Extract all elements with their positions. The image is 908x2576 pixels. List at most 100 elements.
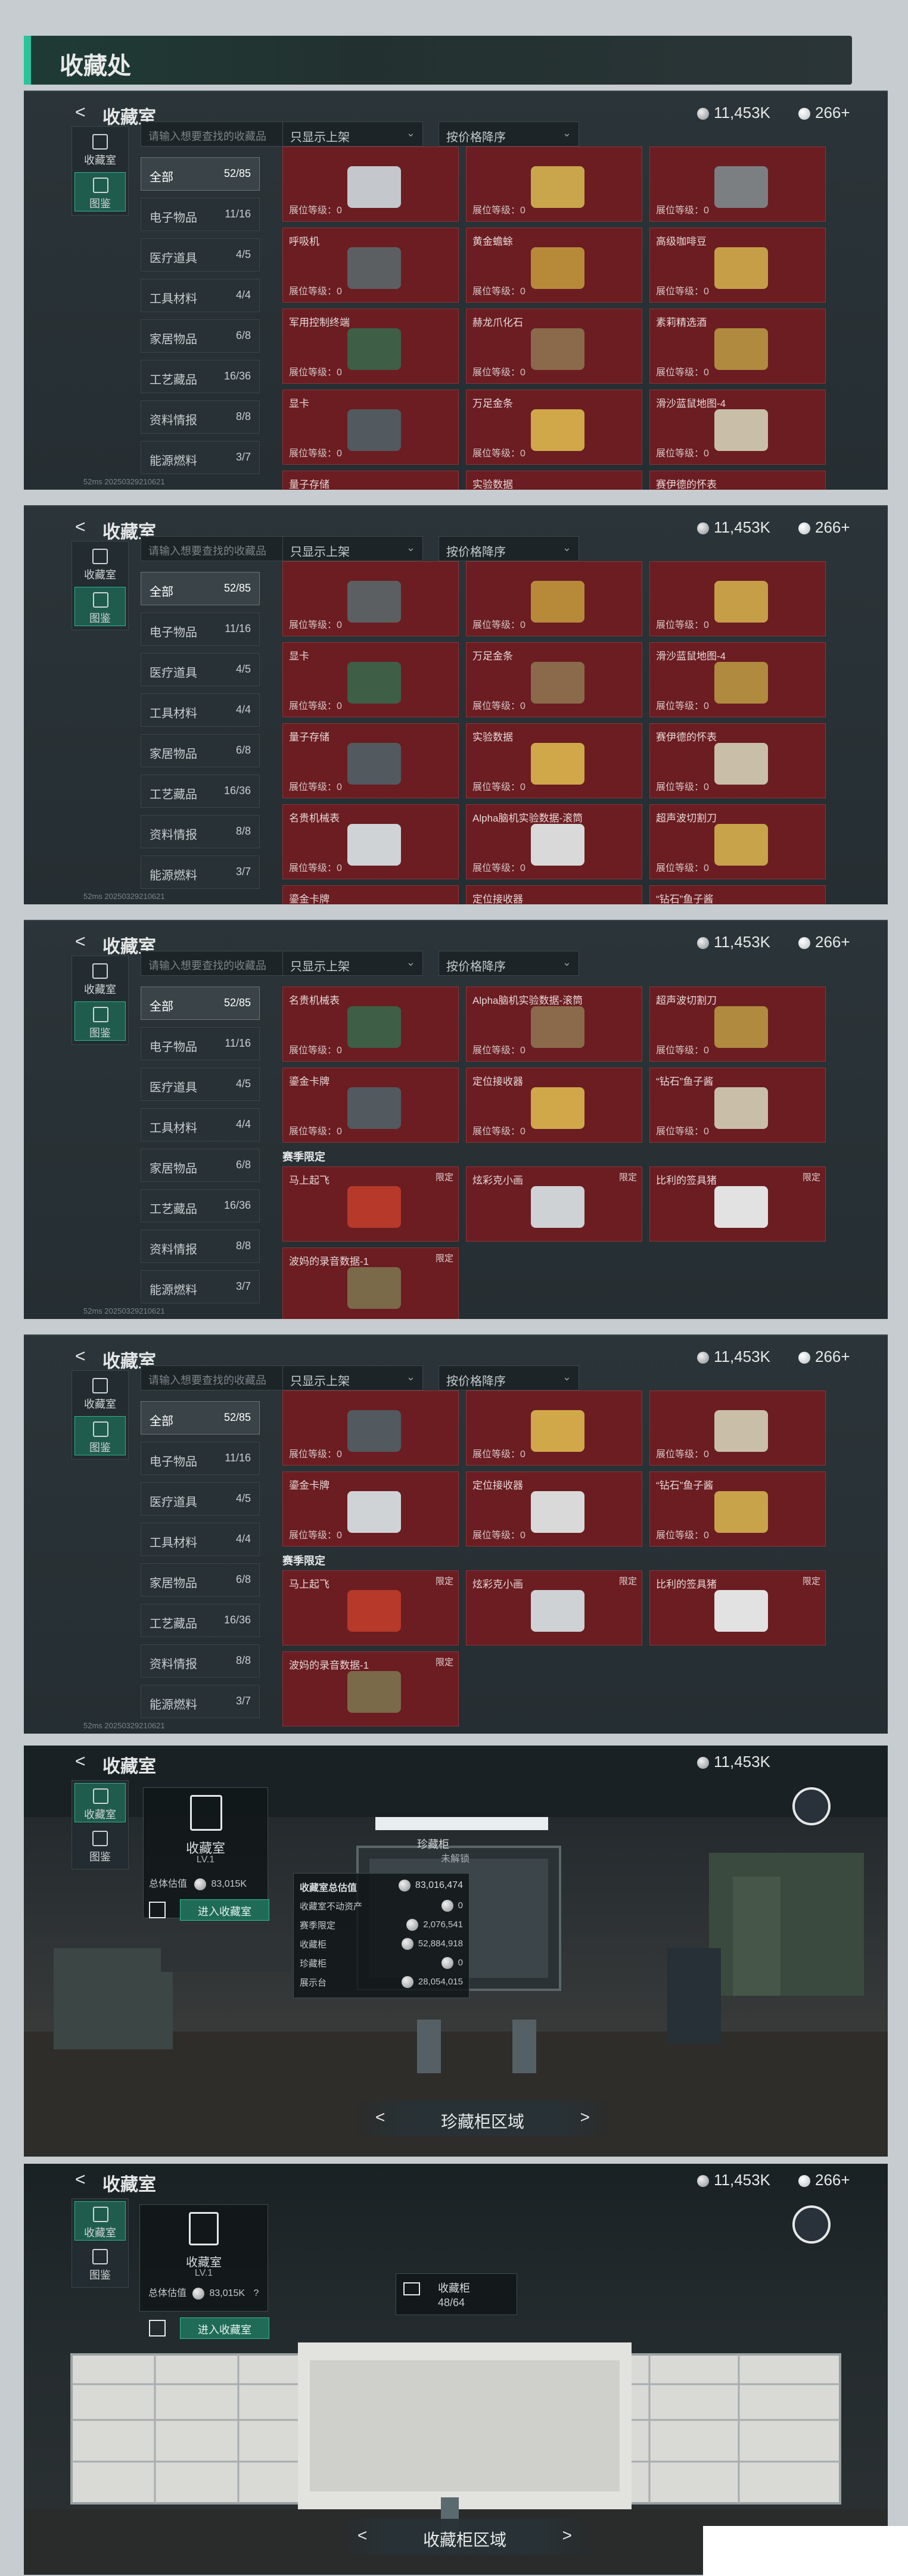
category-item[interactable]: 工具材料 4/4 [141, 693, 260, 727]
category-item[interactable]: 电子物品 11/16 [141, 612, 260, 646]
tab-collection-room[interactable]: 收藏室 [74, 1373, 126, 1413]
item-card[interactable]: 名贵机械表 展位等级：0 [282, 804, 459, 879]
category-item[interactable]: 家居物品 6/8 [141, 734, 260, 767]
item-card[interactable]: 呼吸机 展位等级：0 [282, 228, 459, 303]
edit-icon[interactable] [149, 1902, 166, 1918]
category-item[interactable]: 电子物品 11/16 [141, 1027, 260, 1060]
search-input[interactable]: 请输入想要查找的收藏品 [141, 536, 292, 561]
item-card[interactable]: 高级咖啡豆 展位等级：0 [649, 228, 826, 303]
item-card[interactable]: 万足金条 展位等级：0 [466, 642, 642, 717]
area-selector[interactable]: < 珍藏柜区域 > [357, 2101, 608, 2136]
season-item-card[interactable]: 炫彩克小画 限定 [466, 1166, 642, 1242]
item-card[interactable]: 展位等级：0 [282, 1390, 459, 1466]
sort-dropdown[interactable]: 按价格降序 ⌄ [439, 122, 579, 147]
item-card[interactable]: 赛伊德的怀表展位等级：0 [649, 723, 826, 798]
item-card[interactable]: Alpha脑机实验数据-滚筒 展位等级：0 [466, 804, 642, 879]
settings-dial-icon[interactable] [792, 2205, 831, 2244]
category-item[interactable]: 工艺藏品 16/36 [141, 774, 260, 808]
category-item[interactable]: 全部 52/85 [141, 987, 260, 1020]
item-card[interactable]: 量子存储展位等级：0 [282, 471, 459, 490]
item-card[interactable]: Alpha脑机实验数据-滚筒 展位等级：0 [466, 987, 642, 1062]
season-item-card[interactable]: 波妈的录音数据-1 限定 [282, 1247, 459, 1319]
category-item[interactable]: 电子物品 11/16 [141, 198, 260, 231]
category-item[interactable]: 工具材料 4/4 [141, 1108, 260, 1141]
tab-catalog[interactable]: 图鉴 [74, 1001, 126, 1041]
area-selector[interactable]: < 收藏柜区域 > [340, 2519, 590, 2555]
category-item[interactable]: 资料情报 8/8 [141, 400, 260, 434]
item-card[interactable]: 黄金蟾蜍 展位等级：0 [466, 228, 642, 303]
item-card[interactable]: 定位接收器展位等级：0 [466, 885, 642, 904]
season-item-card[interactable]: 马上起飞 限定 [282, 1166, 459, 1242]
tab-collection-room[interactable]: 收藏室 [74, 959, 126, 998]
category-item[interactable]: 家居物品 6/8 [141, 1149, 260, 1182]
item-card[interactable]: 军用控制终端 展位等级：0 [282, 309, 459, 384]
item-card[interactable]: 素莉精选酒 展位等级：0 [649, 309, 826, 384]
help-icon[interactable]: ? [254, 2288, 259, 2298]
enter-room-button[interactable]: 进入收藏室 [180, 2317, 269, 2339]
search-input[interactable]: 请输入想要查找的收藏品 [141, 122, 292, 147]
tab-collection-room[interactable]: 收藏室 [74, 2201, 126, 2241]
back-icon[interactable]: < [75, 1346, 86, 1367]
item-card[interactable]: 鎏金卡牌展位等级：0 [282, 885, 459, 904]
item-card[interactable]: “钻石”鱼子酱展位等级：0 [649, 1471, 826, 1547]
item-card[interactable]: 展位等级：0 [466, 561, 642, 636]
season-item-card[interactable]: 炫彩克小画 限定 [466, 1570, 642, 1645]
item-card[interactable]: 展位等级：0 [282, 561, 459, 636]
item-card[interactable]: 实验数据展位等级：0 [466, 723, 642, 798]
tab-collection-room[interactable]: 收藏室 [74, 129, 126, 169]
tab-catalog[interactable]: 图鉴 [74, 2244, 126, 2283]
back-icon[interactable]: < [75, 1751, 86, 1772]
tab-collection-room[interactable]: 收藏室 [74, 544, 126, 583]
tab-catalog[interactable]: 图鉴 [74, 1826, 126, 1865]
item-card[interactable]: 实验数据展位等级：0 [466, 471, 642, 490]
enter-room-button[interactable]: 进入收藏室 [180, 1899, 269, 1921]
item-card[interactable]: 滑沙蓝鼠地图-4 展位等级：0 [649, 642, 826, 717]
item-card[interactable]: 超声波切割刀 展位等级：0 [649, 804, 826, 879]
settings-dial-icon[interactable] [792, 1787, 831, 1825]
season-item-card[interactable]: 马上起飞 限定 [282, 1570, 459, 1645]
season-item-card[interactable]: 比利的签具猪 限定 [649, 1570, 826, 1645]
category-item[interactable]: 全部 52/85 [141, 157, 260, 191]
back-icon[interactable]: < [75, 932, 86, 952]
filter-dropdown[interactable]: 只显示上架 ⌄ [282, 536, 423, 561]
category-item[interactable]: 家居物品 6/8 [141, 319, 260, 353]
next-area-icon[interactable]: > [580, 2108, 590, 2127]
search-input[interactable]: 请输入想要查找的收藏品 [141, 951, 292, 976]
sort-dropdown[interactable]: 按价格降序 ⌄ [439, 536, 579, 561]
item-card[interactable]: 显卡 展位等级：0 [282, 390, 459, 465]
category-item[interactable]: 能源燃料 3/7 [141, 855, 260, 889]
prev-area-icon[interactable]: < [357, 2526, 367, 2545]
filter-dropdown[interactable]: 只显示上架 ⌄ [282, 951, 423, 976]
item-card[interactable]: 展位等级：0 [649, 561, 826, 636]
category-item[interactable]: 医疗道具 4/5 [141, 653, 260, 686]
category-item[interactable]: 工具材料 4/4 [141, 1523, 260, 1556]
sort-dropdown[interactable]: 按价格降序 ⌄ [439, 951, 579, 976]
item-card[interactable]: 赛伊德的怀表展位等级：0 [649, 471, 826, 490]
item-card[interactable]: 赫龙爪化石 展位等级：0 [466, 309, 642, 384]
category-item[interactable]: 资料情报 8/8 [141, 1230, 260, 1263]
tab-collection-room[interactable]: 收藏室 [74, 1783, 126, 1822]
season-item-card[interactable]: 比利的签具猪 限定 [649, 1166, 826, 1242]
item-card[interactable]: 显卡 展位等级：0 [282, 642, 459, 717]
item-card[interactable]: 超声波切割刀 展位等级：0 [649, 987, 826, 1062]
category-item[interactable]: 能源燃料 3/7 [141, 441, 260, 474]
item-card[interactable]: 定位接收器展位等级：0 [466, 1068, 642, 1143]
category-item[interactable]: 工艺藏品 16/36 [141, 1189, 260, 1222]
category-item[interactable]: 医疗道具 4/5 [141, 238, 260, 272]
filter-dropdown[interactable]: 只显示上架 ⌄ [282, 122, 423, 147]
search-input[interactable]: 请输入想要查找的收藏品 [141, 1365, 292, 1390]
category-item[interactable]: 能源燃料 3/7 [141, 1685, 260, 1718]
category-item[interactable]: 资料情报 8/8 [141, 1644, 260, 1678]
item-card[interactable]: 量子存储展位等级：0 [282, 723, 459, 798]
item-card[interactable]: “钻石”鱼子酱展位等级：0 [649, 885, 826, 904]
tab-catalog[interactable]: 图鉴 [74, 587, 126, 626]
back-icon[interactable]: < [75, 102, 86, 123]
item-card[interactable]: 万足金条 展位等级：0 [466, 390, 642, 465]
item-card[interactable]: 鎏金卡牌展位等级：0 [282, 1471, 459, 1547]
item-card[interactable]: 名贵机械表 展位等级：0 [282, 987, 459, 1062]
category-item[interactable]: 工艺藏品 16/36 [141, 1604, 260, 1637]
item-card[interactable]: 展位等级：0 [466, 147, 642, 222]
category-item[interactable]: 全部 52/85 [141, 572, 260, 605]
edit-icon[interactable] [149, 2320, 166, 2337]
item-card[interactable]: 鎏金卡牌展位等级：0 [282, 1068, 459, 1143]
